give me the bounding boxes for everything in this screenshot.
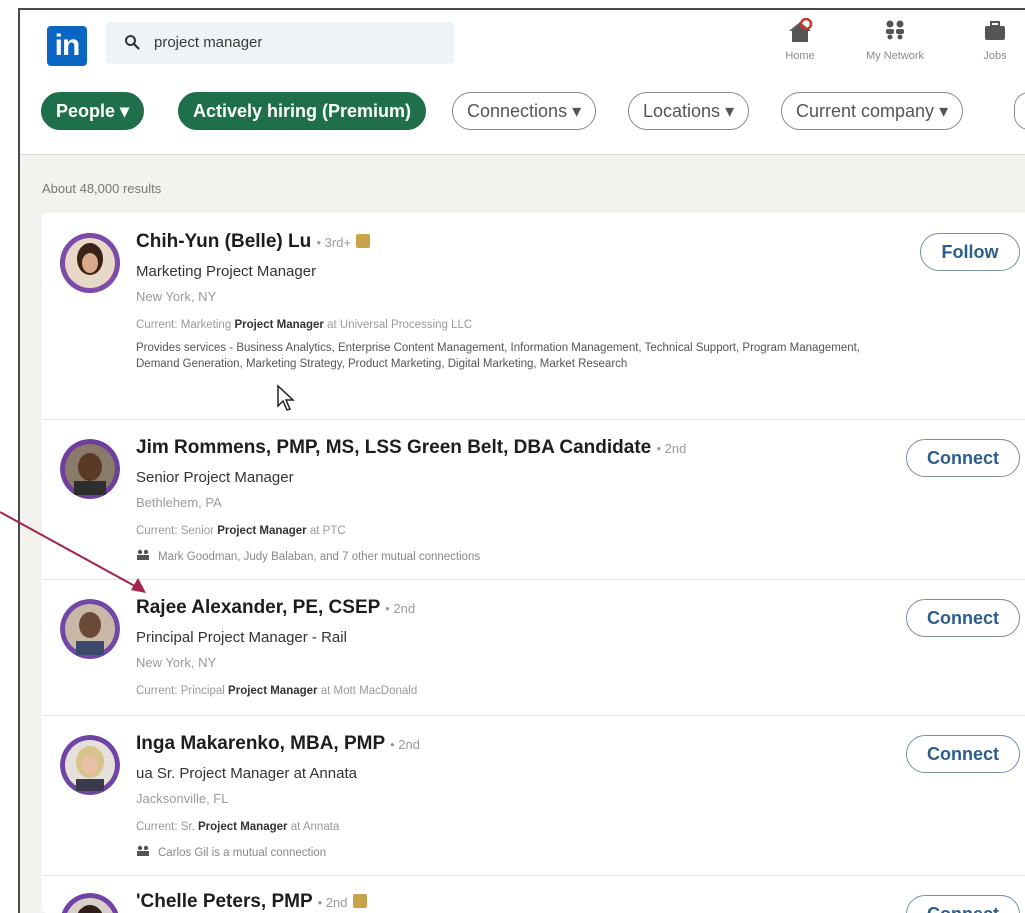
filter-people[interactable]: People ▾	[41, 92, 145, 130]
list-item: Rajee Alexander, PE, CSEP • 2nd Principa…	[42, 579, 1025, 716]
avatar[interactable]	[60, 439, 120, 499]
nav-my-network-label: My Network	[865, 50, 925, 62]
mutual-connections[interactable]: Carlos Gil is a mutual connection	[136, 845, 326, 859]
top-navigation-bar: in project manager Home My Network Jobs	[20, 10, 1025, 82]
linkedin-logo[interactable]: in	[47, 26, 87, 66]
results-count: About 48,000 results	[42, 181, 162, 196]
nav-home-label: Home	[785, 50, 815, 62]
list-item: Chih-Yun (Belle) Lu • 3rd+ Marketing Pro…	[42, 213, 1025, 420]
briefcase-icon	[985, 21, 1005, 40]
connect-button[interactable]: Connect	[906, 895, 1020, 913]
list-item: Jim Rommens, PMP, MS, LSS Green Belt, DB…	[42, 419, 1025, 580]
follow-button[interactable]: Follow	[920, 233, 1020, 271]
person-location: New York, NY	[136, 289, 217, 304]
person-name[interactable]: Chih-Yun (Belle) Lu • 3rd+	[136, 231, 371, 253]
search-input[interactable]: project manager	[154, 34, 262, 51]
list-item: Inga Makarenko, MBA, PMP • 2nd ua Sr. Pr…	[42, 715, 1025, 876]
filter-locations[interactable]: Locations ▾	[628, 92, 750, 130]
network-icon	[886, 20, 904, 40]
premium-badge-icon	[352, 894, 367, 908]
connect-button[interactable]: Connect	[906, 439, 1020, 477]
nav-home[interactable]: Home	[772, 18, 828, 62]
person-headline: Marketing Project Manager	[136, 263, 317, 280]
premium-badge-icon	[356, 234, 371, 248]
person-name[interactable]: Rajee Alexander, PE, CSEP • 2nd	[136, 597, 415, 619]
person-location: Jacksonville, FL	[136, 791, 229, 806]
search-filters-bar: People ▾ Actively hiring (Premium) Conne…	[20, 82, 1025, 155]
person-name[interactable]: Inga Makarenko, MBA, PMP • 2nd	[136, 733, 420, 755]
connect-button[interactable]: Connect	[906, 735, 1020, 773]
results-list: Chih-Yun (Belle) Lu • 3rd+ Marketing Pro…	[42, 213, 1025, 913]
list-item: 'Chelle Peters, PMP • 2nd Connect	[42, 875, 1025, 913]
avatar[interactable]	[60, 233, 120, 293]
nav-my-network[interactable]: My Network	[850, 18, 940, 62]
mutual-connections[interactable]: Mark Goodman, Judy Balaban, and 7 other …	[136, 549, 480, 563]
mouse-cursor-icon	[277, 384, 295, 411]
person-headline: Principal Project Manager - Rail	[136, 629, 347, 646]
mutual-connections-icon	[137, 549, 149, 560]
services-summary: Provides services - Business Analytics, …	[136, 342, 861, 370]
person-headline: ua Sr. Project Manager at Annata	[136, 765, 357, 782]
avatar[interactable]	[60, 893, 120, 913]
person-location: New York, NY	[136, 655, 217, 670]
current-position: Current: Senior Project Manager at PTC	[136, 525, 346, 537]
person-name[interactable]: Jim Rommens, PMP, MS, LSS Green Belt, DB…	[136, 437, 686, 459]
mutual-connections-icon	[137, 845, 149, 856]
browser-frame: in project manager Home My Network Jobs …	[18, 8, 1025, 913]
search-box[interactable]: project manager	[106, 22, 454, 64]
person-location: Bethlehem, PA	[136, 495, 222, 510]
current-position: Current: Marketing Project Manager at Un…	[136, 319, 473, 331]
person-headline: Senior Project Manager	[136, 469, 294, 486]
search-icon	[125, 35, 140, 50]
nav-jobs-label: Jobs	[983, 50, 1007, 62]
avatar[interactable]	[60, 599, 120, 659]
nav-jobs[interactable]: Jobs	[975, 18, 1015, 62]
current-position: Current: Sr. Project Manager at Annata	[136, 821, 340, 833]
filter-more[interactable]	[1014, 92, 1025, 130]
filter-connections[interactable]: Connections ▾	[452, 92, 597, 130]
avatar[interactable]	[60, 735, 120, 795]
filter-actively-hiring[interactable]: Actively hiring (Premium)	[178, 92, 427, 130]
current-position: Current: Principal Project Manager at Mo…	[136, 685, 418, 697]
connect-button[interactable]: Connect	[906, 599, 1020, 637]
person-name[interactable]: 'Chelle Peters, PMP • 2nd	[136, 891, 367, 913]
home-icon	[789, 18, 813, 42]
filter-current-company[interactable]: Current company ▾	[781, 92, 964, 130]
